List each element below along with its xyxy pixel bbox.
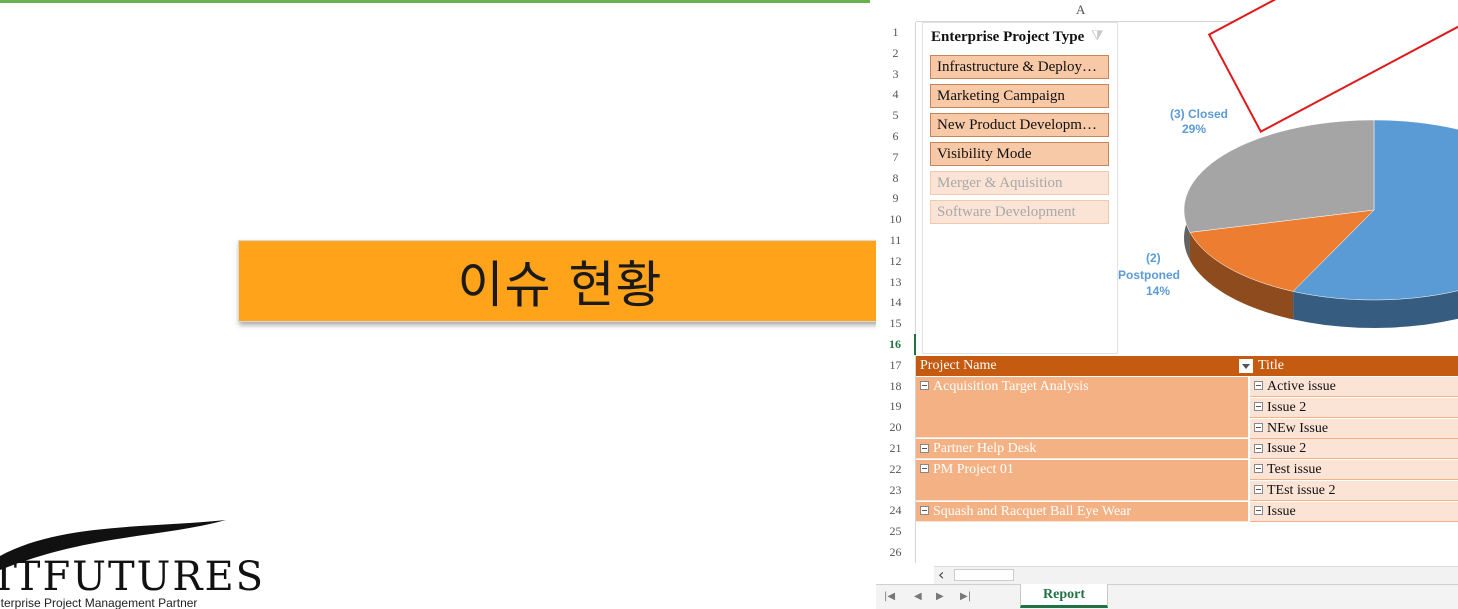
title-header: Title	[1258, 358, 1284, 373]
slicer-item[interactable]: Visibility Mode	[930, 142, 1109, 166]
row-number[interactable]: 20	[876, 417, 916, 439]
row-number[interactable]: 15	[876, 313, 916, 335]
pivot-project-cell[interactable]: PM Project 01	[916, 460, 1248, 501]
collapse-icon[interactable]	[1254, 485, 1263, 495]
pivot-project-cell[interactable]: Squash and Racquet Ball Eye Wear	[916, 501, 1248, 522]
row-number[interactable]: 18	[876, 375, 916, 397]
row-number[interactable]: 5	[876, 105, 916, 127]
pivot-title-cell[interactable]: Test issue	[1250, 460, 1458, 481]
pivot-title-cell[interactable]: Issue	[1250, 501, 1458, 522]
row-number[interactable]: 26	[876, 542, 916, 563]
pivot-title-cell[interactable]: TEst issue 2	[1250, 481, 1458, 501]
collapse-icon[interactable]	[1254, 464, 1263, 474]
row-number[interactable]: 4	[876, 84, 916, 106]
logo-tagline: nterprise Project Management Partner	[0, 596, 198, 609]
next-sheet-icon[interactable]: ▶	[936, 591, 944, 602]
row-number[interactable]: 17	[876, 354, 916, 376]
logo-text: ITFUTURES	[0, 554, 266, 600]
slicer-item[interactable]: Merger & Aquisition	[930, 171, 1109, 195]
pivot-title-cell[interactable]: Issue 2	[1250, 439, 1458, 460]
row-number[interactable]: 11	[876, 230, 916, 251]
excel-sheet: A 1 2 3 4 5 6 7 8 9 10 11 12 13 14 15 16 17 18 19 20 21 22 23 2…	[876, 0, 1458, 609]
collapse-icon[interactable]	[1254, 443, 1263, 453]
first-sheet-icon[interactable]: |◀	[884, 591, 895, 602]
pivot-title-cell[interactable]: Issue 2	[1250, 397, 1458, 418]
row-number[interactable]: 6	[876, 126, 916, 147]
slicer-item[interactable]: Marketing Campaign	[930, 84, 1109, 108]
enterprise-project-type-slicer: Enterprise Project Type ⧩ Infrastructure…	[922, 22, 1118, 354]
row-number[interactable]: 12	[876, 250, 916, 272]
collapse-icon[interactable]	[1254, 381, 1263, 391]
filter-dropdown-icon[interactable]	[1239, 359, 1253, 373]
horizontal-scrollbar[interactable]: ‹	[934, 565, 1458, 584]
slicer-item[interactable]: New Product Developm…	[930, 113, 1109, 137]
clear-filter-icon[interactable]: ⧩	[1091, 29, 1104, 45]
issue-status-pie-chart: (3) Closed 29% (2) Postponed 14% 5/	[1118, 0, 1458, 328]
row-number[interactable]: 16	[876, 334, 916, 355]
sheet-tab-bar: |◀ ◀ ▶ ▶| Report	[876, 584, 1458, 609]
row-number[interactable]: 21	[876, 438, 916, 459]
pivot-project-cell[interactable]: Acquisition Target Analysis	[916, 377, 1248, 439]
row-number[interactable]: 13	[876, 271, 916, 293]
slicer-title: Enterprise Project Type	[931, 29, 1085, 45]
project-name-header: Project Name	[920, 358, 997, 373]
slide-title: 이슈 현황	[457, 256, 663, 314]
chevron-left-icon[interactable]: ‹	[938, 565, 944, 584]
prev-sheet-icon[interactable]: ◀	[914, 591, 922, 602]
row-number[interactable]: 23	[876, 479, 916, 501]
row-number[interactable]: 19	[876, 396, 916, 418]
row-number[interactable]: 9	[876, 188, 916, 210]
collapse-icon[interactable]	[1254, 422, 1263, 432]
row-number[interactable]: 1	[876, 22, 916, 43]
slicer-item[interactable]: Infrastructure & Deploy…	[930, 55, 1109, 79]
collapse-icon[interactable]	[1254, 402, 1263, 412]
postponed-label-2: Postponed	[1118, 268, 1180, 282]
row-number[interactable]: 2	[876, 42, 916, 64]
closed-pct: 29%	[1182, 122, 1206, 136]
row-number[interactable]: 3	[876, 63, 916, 85]
row-number[interactable]: 22	[876, 458, 916, 480]
row-number[interactable]: 14	[876, 292, 916, 314]
collapse-icon[interactable]	[920, 443, 929, 453]
collapse-icon[interactable]	[920, 464, 929, 474]
collapse-icon[interactable]	[920, 506, 929, 516]
red-stamp: 5/	[1207, 0, 1458, 134]
collapse-icon[interactable]	[920, 381, 929, 391]
slide-top-border	[0, 0, 870, 3]
pivot-title-cell[interactable]: NEw Issue	[1250, 418, 1458, 439]
issue-pivot-table: Project Name Title Acquisition Target An…	[916, 356, 1458, 566]
last-sheet-icon[interactable]: ▶|	[960, 591, 971, 602]
pivot-title-cell[interactable]: Active issue	[1250, 377, 1458, 397]
postponed-label-1: (2)	[1146, 251, 1161, 265]
slicer-item[interactable]: Software Development	[930, 200, 1109, 224]
row-number[interactable]: 24	[876, 500, 916, 522]
scroll-thumb[interactable]	[954, 569, 1014, 581]
row-number[interactable]: 8	[876, 167, 916, 189]
collapse-icon[interactable]	[1254, 506, 1263, 516]
tab-report[interactable]: Report	[1020, 584, 1108, 608]
row-number[interactable]: 25	[876, 521, 916, 543]
closed-label: (3) Closed	[1170, 107, 1228, 121]
slide-title-banner: 이슈 현황	[238, 240, 882, 322]
pivot-project-cell[interactable]: Partner Help Desk	[916, 439, 1248, 460]
row-number[interactable]: 7	[876, 146, 916, 168]
pivot-header-row: Project Name Title	[916, 356, 1458, 376]
row-number[interactable]: 10	[876, 209, 916, 231]
postponed-pct: 14%	[1146, 284, 1170, 298]
